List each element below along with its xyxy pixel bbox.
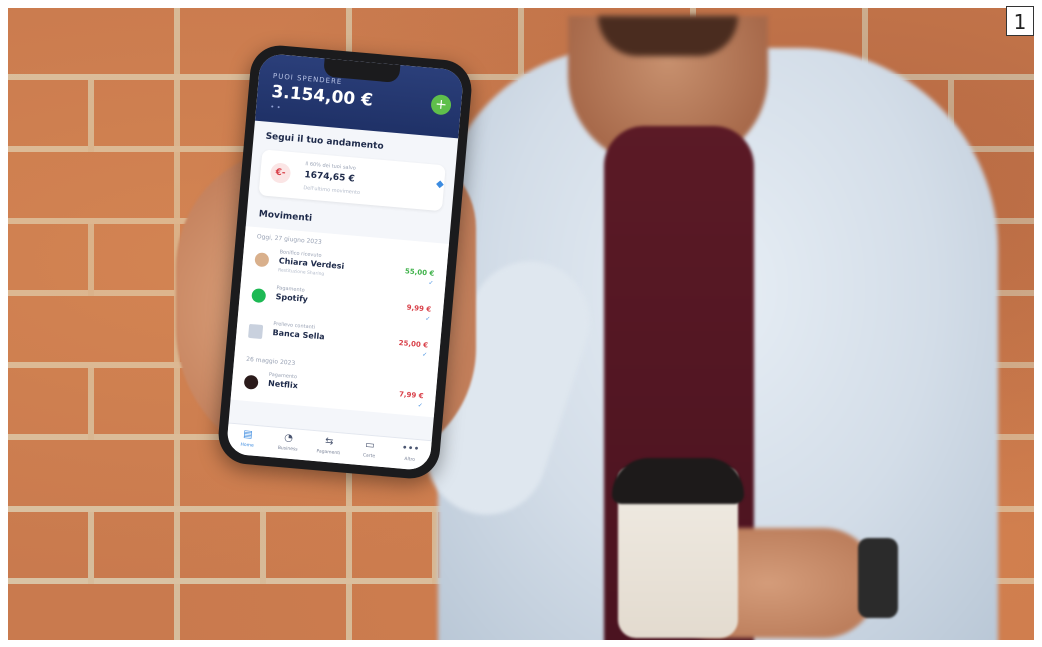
person-beard (598, 16, 738, 56)
movements-list: Oggi, 27 giugno 2023 Bonifico ricevuto C… (230, 226, 449, 418)
spotify-icon (251, 288, 267, 304)
netflix-icon (243, 374, 259, 390)
movement-amount: 9,99 € (406, 303, 432, 314)
movement-amount: 55,00 € (404, 267, 435, 278)
bank-icon (248, 323, 264, 340)
nav-business[interactable]: ◔ Business (267, 427, 310, 460)
photo-frame: PUOI SPENDERE 3.154,00 € • • + Segui il … (0, 0, 1042, 647)
movement-amount: 7,99 € (398, 390, 424, 401)
tag-icon[interactable]: ◆ (436, 179, 449, 192)
movement-name: Netflix (267, 378, 299, 391)
euro-minus-icon: €- (269, 162, 292, 184)
coffee-cup-lid (612, 458, 744, 504)
figure-number-badge: 1 (1006, 6, 1034, 36)
nav-more[interactable]: ••• Altro (388, 438, 431, 471)
movement-name: Banca Sella (272, 327, 325, 342)
nav-cards[interactable]: ▭ Carte (348, 434, 391, 467)
movement-name: Spotify (275, 292, 309, 304)
nav-home[interactable]: ▤ Home (226, 423, 269, 456)
avatar (254, 252, 270, 268)
check-icon: ✓ (417, 401, 424, 410)
nav-payments[interactable]: ⇆ Pagamenti (307, 431, 350, 464)
card-icon: ▭ (364, 439, 376, 452)
movement-note: Restituzione Sharing (277, 268, 325, 278)
bottom-nav: ▤ Home ◔ Business ⇆ Pagamenti ▭ Carte ••… (225, 422, 432, 472)
home-icon: ▤ (242, 428, 254, 441)
add-button[interactable]: + (430, 93, 452, 116)
wrist-watch (858, 538, 898, 618)
trend-value: 1674,65 € (303, 170, 356, 185)
trend-subtitle-2: Dell'ultimo movimento (303, 185, 361, 197)
business-icon: ◔ (283, 432, 294, 445)
check-icon: ✓ (425, 315, 431, 323)
movement-amount: 25,00 € (398, 339, 429, 350)
smartphone: PUOI SPENDERE 3.154,00 € • • + Segui il … (216, 43, 474, 481)
more-icon: ••• (401, 442, 420, 456)
check-icon: ✓ (421, 351, 428, 359)
photograph: PUOI SPENDERE 3.154,00 € • • + Segui il … (8, 8, 1034, 640)
check-icon: ✓ (428, 279, 434, 287)
phone-screen: PUOI SPENDERE 3.154,00 € • • + Segui il … (225, 52, 465, 472)
payments-icon: ⇆ (324, 435, 334, 448)
